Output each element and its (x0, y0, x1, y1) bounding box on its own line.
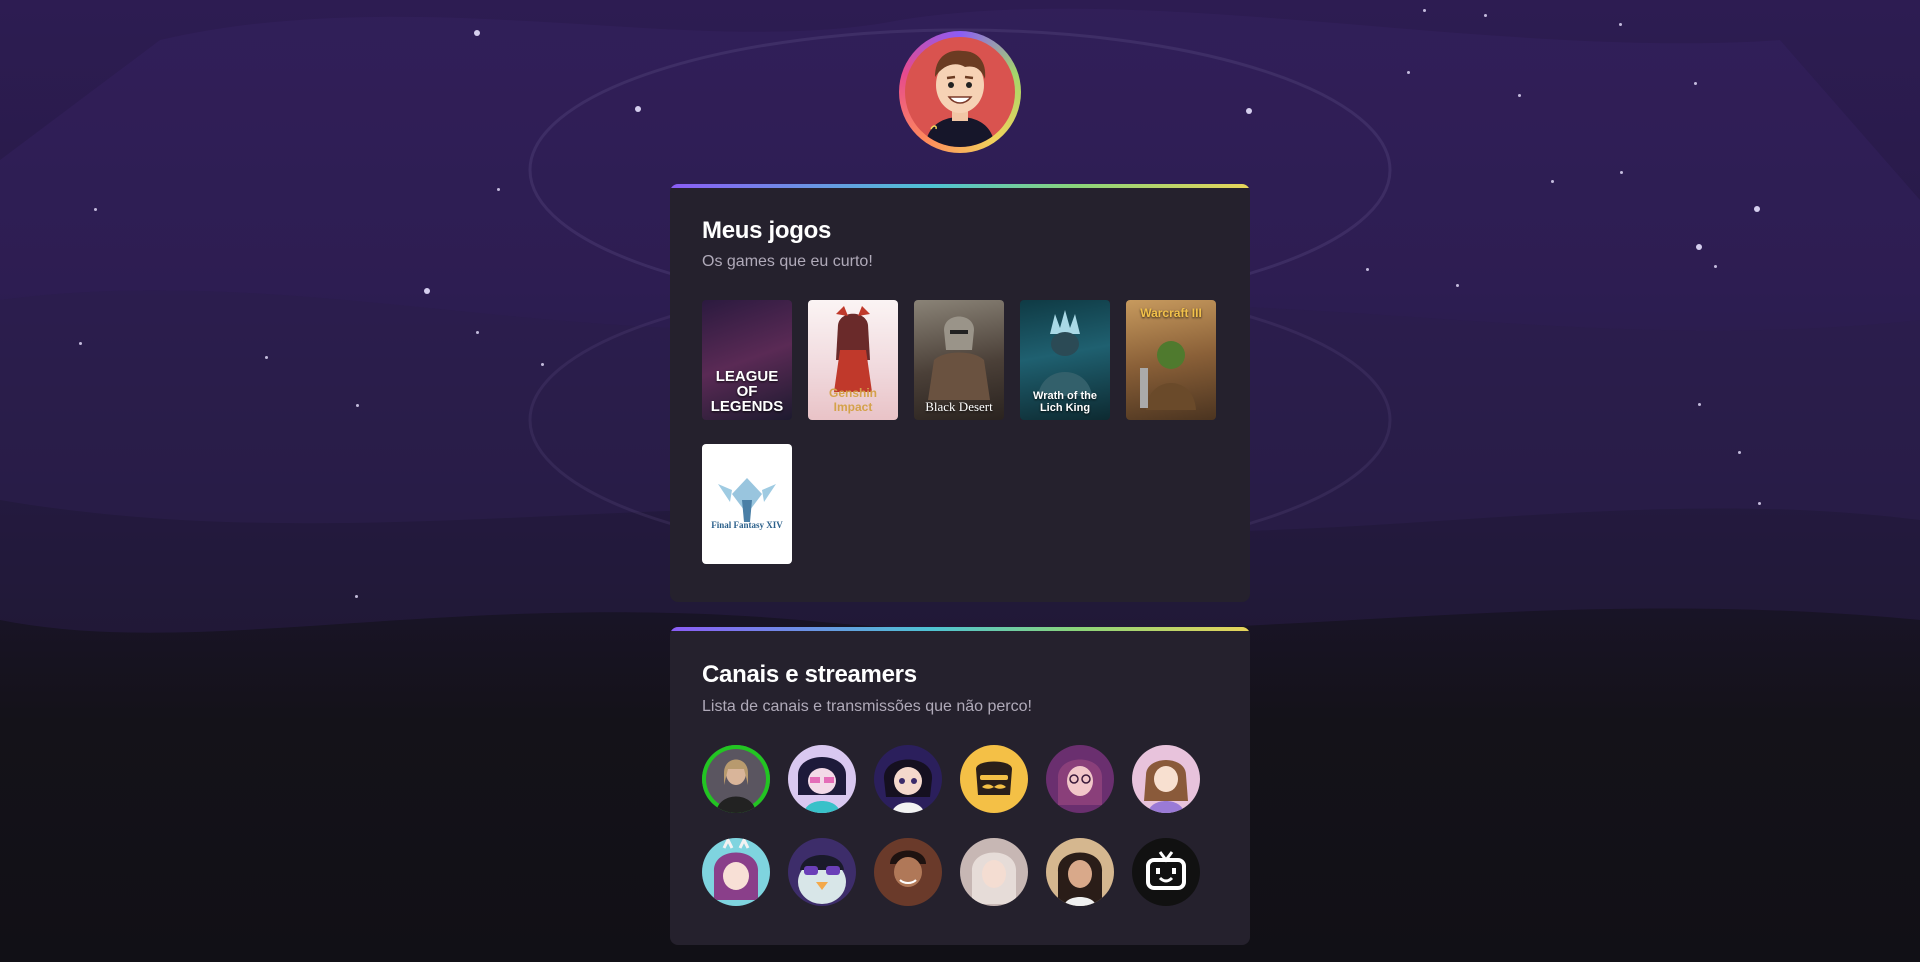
games-subtitle: Os games que eu curto! (702, 253, 873, 270)
game-league-of-legends[interactable]: LEAGUE OF LEGENDS (702, 300, 792, 420)
channel-avatar[interactable] (874, 838, 942, 906)
channel-avatar[interactable] (1046, 838, 1114, 906)
channel-avatar[interactable] (788, 745, 856, 813)
streamer-avatar-6 (1144, 760, 1188, 813)
streamer-avatar-5 (1057, 759, 1103, 805)
streamer-avatar-10 (971, 852, 1017, 904)
final-fantasy-crystal-logo (718, 478, 776, 522)
cartoon-avatar-icon (925, 50, 995, 147)
channel-avatar[interactable] (1046, 745, 1114, 813)
streamer-avatar-7 (713, 838, 759, 900)
games-card: Meus jogos Os games que eu curto! LEAGUE… (670, 184, 1250, 602)
game-genshin-impact[interactable]: Genshin Impact (808, 300, 898, 420)
channels-title: Canais e streamers (702, 661, 917, 688)
channels-subtitle: Lista de canais e transmissões que não p… (702, 698, 1032, 715)
streamer-avatar-11 (1057, 852, 1103, 906)
penguin-sunglasses-icon (798, 855, 846, 904)
mustache-toast-icon (976, 761, 1012, 795)
channel-avatar[interactable] (702, 838, 770, 906)
channel-avatar[interactable] (960, 745, 1028, 813)
channel-avatar[interactable] (874, 745, 942, 813)
channel-avatar[interactable] (1132, 838, 1200, 906)
game-wrath-of-the-lich-king[interactable]: Wrath of the Lich King (1020, 300, 1110, 420)
profile-avatar[interactable] (899, 31, 1021, 153)
avatar (905, 37, 1015, 147)
channel-avatar[interactable] (788, 838, 856, 906)
channel-avatar-live[interactable] (702, 745, 770, 813)
channels-card: Canais e streamers Lista de canais e tra… (670, 627, 1250, 945)
game-black-desert[interactable]: Black Desert (914, 300, 1004, 420)
streamer-avatar-1 (716, 759, 756, 813)
streamer-avatar-2 (798, 757, 846, 813)
channel-avatar[interactable] (1132, 745, 1200, 813)
streamer-avatar-3 (883, 759, 933, 813)
channel-avatar[interactable] (960, 838, 1028, 906)
game-warcraft-iii[interactable]: Warcraft III (1126, 300, 1216, 420)
game-final-fantasy-xiv[interactable]: Final Fantasy XIV (702, 444, 792, 564)
games-title: Meus jogos (702, 217, 832, 244)
streamer-avatar-9 (890, 850, 926, 887)
tv-robot-icon (1146, 851, 1186, 890)
